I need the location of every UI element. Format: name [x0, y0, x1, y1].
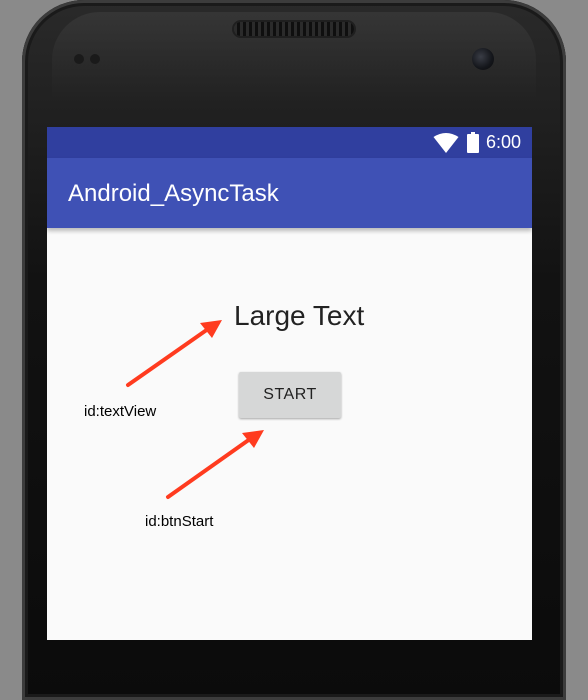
status-bar: 6:00 — [47, 127, 532, 158]
light-sensor — [90, 54, 100, 64]
textview-id-annotation: id:textView — [84, 403, 157, 420]
start-button[interactable]: START — [239, 372, 341, 418]
large-text-view: Large Text — [234, 300, 365, 331]
device-screen: 6:00 Android_AsyncTask Large Text START — [47, 127, 532, 640]
app-title: Android_AsyncTask — [68, 180, 279, 207]
front-camera-icon — [472, 48, 494, 70]
battery-icon — [467, 132, 479, 153]
status-clock: 6:00 — [486, 132, 522, 152]
wifi-icon — [433, 133, 459, 153]
earpiece-speaker — [234, 22, 354, 36]
proximity-sensor — [74, 54, 84, 64]
app-bar: Android_AsyncTask — [47, 158, 532, 228]
button-id-annotation: id:btnStart — [145, 513, 214, 530]
